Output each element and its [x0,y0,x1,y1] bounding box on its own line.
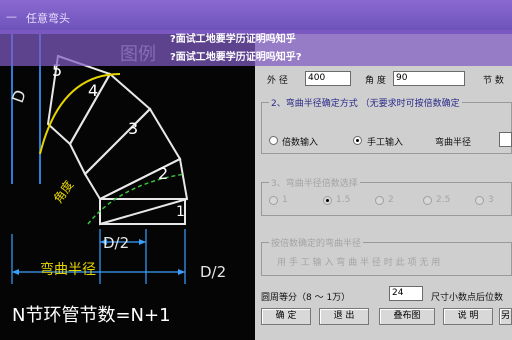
formula-text: N节环管节数=N+1 [12,305,171,326]
manual-note: 用 手 工 输 入 弯 曲 半 径 时 此 项 无 用 [277,258,441,268]
multiple-radio-3[interactable] [475,196,484,205]
multiple-label-1: 1 [282,195,288,205]
exit-button[interactable]: 退 出 [319,308,369,325]
multiple-radio-2[interactable] [375,196,384,205]
decimals-label: 尺寸小数点后位数 [431,293,504,303]
angle-label: 角 度 [365,76,386,86]
outer-diameter-input[interactable]: 400 [305,71,351,86]
dimension-arrows [12,239,185,275]
manual-input-label[interactable]: 手工输入 [367,135,403,148]
title-dash: — [6,10,17,23]
dimension-lines [11,229,186,284]
angle-label: 角度 [50,177,76,205]
multiple-radio-2-5[interactable] [423,196,432,205]
multiple-label-2-5: 2.5 [436,195,451,205]
outer-diameter-label: 外 径 [267,76,288,86]
multiple-label-2: 2 [388,195,394,205]
dimension-label-d2-right: D/2 [200,263,226,281]
calc-button[interactable]: 叠布图 [379,308,435,325]
angle-input[interactable]: 90 [393,71,465,86]
banner-line-1: ?面试工地要学历证明吗知乎 [170,34,296,45]
computed-radius-title: 按倍数确定的弯曲半径 [269,236,364,249]
bend-radius-label: 弯曲半径 [40,261,96,278]
multiple-radio-1[interactable] [269,196,278,205]
app-window: — 任意弯头 1 2 3 4 5 图例 [0,0,512,340]
multiple-radio-1-5[interactable] [323,196,332,205]
segment-number: 3 [128,119,138,138]
multiple-label-3: 3 [488,195,494,205]
ok-button[interactable]: 确 定 [261,308,311,325]
banner-line-2: ?面试工地要学历证明吗知乎? [170,52,302,63]
segment-number: 1 [176,204,185,220]
multiple-label-1-5: 1.5 [336,195,351,205]
divide-input[interactable]: 24 [389,286,423,301]
multiple-input-radio[interactable] [269,136,278,145]
bend-radius-input[interactable] [499,132,512,147]
extra-button[interactable]: 另 [499,308,512,325]
divide-label: 圆周等分（8 ～ 1万） [261,293,351,303]
title-bar: — 任意弯头 [0,0,512,34]
radius-method-title: 2、弯曲半径确定方式 （无要求时可按倍数确定 [269,96,462,109]
bend-radius-label: 弯曲半径 [435,138,472,148]
cad-drawing-area: 1 2 3 4 5 图例 D 角度 [0,34,255,340]
segment-number: 4 [88,81,98,100]
window-title: 任意弯头 [26,12,70,25]
elbow-diagram: 1 2 3 4 5 图例 D 角度 [8,34,226,326]
segments-label: 节 数 [483,76,504,86]
manual-input-radio[interactable] [353,136,362,145]
multiple-input-label[interactable]: 倍数输入 [282,135,318,148]
segment-number: 2 [158,164,168,183]
overlay-banner: ?面试工地要学历证明吗知乎 ?面试工地要学历证明吗知乎? [0,30,512,66]
elbow-segments [46,54,189,226]
dimension-label-d2: D/2 [103,234,129,252]
help-button[interactable]: 说 明 [443,308,493,325]
bend-arc [39,73,121,155]
multiple-select-title: 3、弯曲半径倍数选择 [269,176,360,189]
settings-panel: 外 径 400 角 度 90 节 数 2、弯曲半径确定方式 （无要求时可按倍数确… [255,56,512,340]
